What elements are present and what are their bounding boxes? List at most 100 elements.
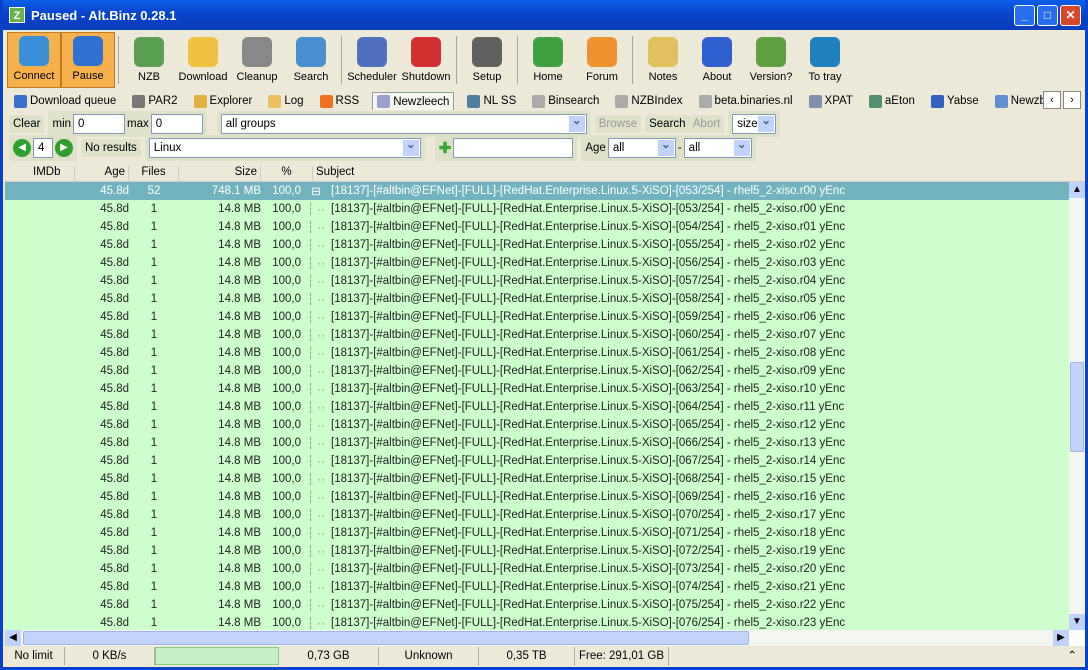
tab-beta-binaries-nl[interactable]: beta.binaries.nl xyxy=(696,94,796,109)
browse-button[interactable]: Browse xyxy=(599,118,637,130)
table-row[interactable]: 45.8d 1 14.8 MB 100,0 ┆ ·· [18137]-[#altbin@E… xyxy=(5,434,1069,452)
tab-download-queue[interactable]: Download queue xyxy=(11,94,119,109)
table-row[interactable]: 45.8d 1 14.8 MB 100,0 ┆ ·· [18137]-[#altbin@E… xyxy=(5,236,1069,254)
column-header: IMDb Age Files Size % Subject xyxy=(5,166,1085,182)
table-row[interactable]: 45.8d 1 14.8 MB 100,0 ┆ ·· [18137]-[#altbin@E… xyxy=(5,542,1069,560)
forum-button[interactable]: Forum xyxy=(575,32,629,88)
add-input[interactable] xyxy=(453,138,574,158)
table-row[interactable]: 45.8d 1 14.8 MB 100,0 ┆ ·· [18137]-[#altbin@E… xyxy=(5,218,1069,236)
table-row[interactable]: 45.8d 1 14.8 MB 100,0 ┆ ·· [18137]-[#altbin@E… xyxy=(5,380,1069,398)
query-input[interactable]: Linux xyxy=(148,138,421,158)
version-button[interactable]: Version? xyxy=(744,32,798,88)
toolbar-label: Setup xyxy=(472,71,502,83)
col-size[interactable]: Size xyxy=(179,166,261,181)
tab-binsearch[interactable]: Binsearch xyxy=(529,94,602,109)
percent-cell: 100,0 xyxy=(272,365,301,377)
tab-xpat[interactable]: XPAT xyxy=(806,94,856,109)
percent-cell: 100,0 xyxy=(272,509,301,521)
size-cell: 14.8 MB xyxy=(218,563,261,575)
age-cell: 45.8d xyxy=(100,437,129,449)
prev-page-icon[interactable]: ◀ xyxy=(13,139,31,157)
tab-scroll-right[interactable]: › xyxy=(1063,91,1081,109)
collapse-tree-icon[interactable]: ⊟ xyxy=(301,184,331,198)
sort-select[interactable]: size xyxy=(732,114,777,134)
page-input[interactable]: 4 xyxy=(33,138,53,158)
table-row[interactable]: 45.8d 1 14.8 MB 100,0 ┆ ·· [18137]-[#altbin@E… xyxy=(5,344,1069,362)
scheduler-button[interactable]: Scheduler xyxy=(345,32,399,88)
max-size-input[interactable]: 0 xyxy=(150,114,203,134)
table-row[interactable]: 45.8d 1 14.8 MB 100,0 ┆ ·· [18137]-[#altbin@E… xyxy=(5,272,1069,290)
percent-cell: 100,0 xyxy=(272,311,301,323)
age-cell: 45.8d xyxy=(100,455,129,467)
table-row[interactable]: 45.8d 1 14.8 MB 100,0 ┆ ·· [18137]-[#altbin@E… xyxy=(5,614,1069,630)
percent-cell: 100,0 xyxy=(272,617,301,629)
tab-newzleech[interactable]: Newzleech xyxy=(372,92,455,110)
col-subject[interactable]: Subject xyxy=(313,166,357,181)
next-page-icon[interactable]: ▶ xyxy=(55,139,73,157)
table-row[interactable]: 45.8d 1 14.8 MB 100,0 ┆ ·· [18137]-[#altbin@E… xyxy=(5,560,1069,578)
tab-label: Binsearch xyxy=(548,95,600,107)
table-row[interactable]: 45.8d 1 14.8 MB 100,0 ┆ ·· [18137]-[#altbin@E… xyxy=(5,416,1069,434)
vertical-scrollbar[interactable]: ▲ ▼ xyxy=(1069,182,1085,630)
age-from-select[interactable]: all xyxy=(607,138,676,158)
table-row[interactable]: 45.8d 1 14.8 MB 100,0 ┆ ·· [18137]-[#altbin@E… xyxy=(5,596,1069,614)
percent-cell: 100,0 xyxy=(272,293,301,305)
collapse-icon[interactable]: ⌃ xyxy=(669,647,1085,665)
table-row[interactable]: 45.8d 1 14.8 MB 100,0 ┆ ·· [18137]-[#altbin@E… xyxy=(5,506,1069,524)
close-button[interactable]: ✕ xyxy=(1060,5,1081,26)
add-icon[interactable]: ✚ xyxy=(439,139,452,157)
table-row[interactable]: 45.8d 1 14.8 MB 100,0 ┆ ·· [18137]-[#altbin@E… xyxy=(5,200,1069,218)
table-row[interactable]: 45.8d 1 14.8 MB 100,0 ┆ ·· [18137]-[#altbin@E… xyxy=(5,326,1069,344)
speed-limit[interactable]: No limit xyxy=(3,647,65,665)
age-to-select[interactable]: all xyxy=(683,138,752,158)
table-row[interactable]: 45.8d 52 748.1 MB 100,0 ⊟ [18137]-[#altbin@EF… xyxy=(5,182,1069,200)
size-cell: 14.8 MB xyxy=(218,221,261,233)
col-files[interactable]: Files xyxy=(129,166,179,181)
to-tray-button[interactable]: To tray xyxy=(798,32,852,88)
table-row[interactable]: 45.8d 1 14.8 MB 100,0 ┆ ·· [18137]-[#altbin@E… xyxy=(5,398,1069,416)
tree-line: ┆ ·· xyxy=(307,384,325,396)
maximize-button[interactable]: □ xyxy=(1037,5,1058,26)
group-select[interactable]: all groups xyxy=(220,114,587,134)
about-button[interactable]: About xyxy=(690,32,744,88)
table-row[interactable]: 45.8d 1 14.8 MB 100,0 ┆ ·· [18137]-[#altbin@E… xyxy=(5,524,1069,542)
tab-par2[interactable]: PAR2 xyxy=(129,94,180,109)
notes-button[interactable]: Notes xyxy=(636,32,690,88)
tab-yabse[interactable]: Yabse xyxy=(928,94,982,109)
size-cell: 14.8 MB xyxy=(218,491,261,503)
table-row[interactable]: 45.8d 1 14.8 MB 100,0 ┆ ·· [18137]-[#altbin@E… xyxy=(5,362,1069,380)
tab-aeton[interactable]: aEton xyxy=(866,94,918,109)
min-size-input[interactable]: 0 xyxy=(73,114,126,134)
table-row[interactable]: 45.8d 1 14.8 MB 100,0 ┆ ·· [18137]-[#altbin@E… xyxy=(5,488,1069,506)
nzb-button[interactable]: NZB xyxy=(122,32,176,88)
tab-nl-ss[interactable]: NL SS xyxy=(464,94,519,109)
tab-nzbindex[interactable]: NZBIndex xyxy=(612,94,685,109)
search-button[interactable]: Search xyxy=(649,118,685,130)
horizontal-scrollbar[interactable]: ◀ ▶ xyxy=(5,630,1069,646)
col-age[interactable]: Age xyxy=(75,166,129,181)
table-row[interactable]: 45.8d 1 14.8 MB 100,0 ┆ ·· [18137]-[#altbin@E… xyxy=(5,578,1069,596)
col-percent[interactable]: % xyxy=(261,166,313,181)
pause-button[interactable]: Pause xyxy=(61,32,115,88)
tab-rss[interactable]: RSS xyxy=(317,94,363,109)
table-row[interactable]: 45.8d 1 14.8 MB 100,0 ┆ ·· [18137]-[#altbin@E… xyxy=(5,254,1069,272)
tab-log[interactable]: Log xyxy=(265,94,306,109)
setup-button[interactable]: Setup xyxy=(460,32,514,88)
abort-button[interactable]: Abort xyxy=(693,118,721,130)
tab-explorer[interactable]: Explorer xyxy=(191,94,256,109)
cleanup-button[interactable]: Cleanup xyxy=(230,32,284,88)
tab-scroll-left[interactable]: ‹ xyxy=(1043,91,1061,109)
col-imdb[interactable]: IMDb xyxy=(5,166,75,181)
table-row[interactable]: 45.8d 1 14.8 MB 100,0 ┆ ·· [18137]-[#altbin@E… xyxy=(5,470,1069,488)
shutdown-button[interactable]: Shutdown xyxy=(399,32,453,88)
minimize-button[interactable]: _ xyxy=(1014,5,1035,26)
table-row[interactable]: 45.8d 1 14.8 MB 100,0 ┆ ·· [18137]-[#altbin@E… xyxy=(5,452,1069,470)
table-row[interactable]: 45.8d 1 14.8 MB 100,0 ┆ ·· [18137]-[#altbin@E… xyxy=(5,290,1069,308)
home-button[interactable]: Home xyxy=(521,32,575,88)
table-row[interactable]: 45.8d 1 14.8 MB 100,0 ┆ ·· [18137]-[#altbin@E… xyxy=(5,308,1069,326)
download-button[interactable]: Download xyxy=(176,32,230,88)
connect-button[interactable]: Connect xyxy=(7,32,61,88)
search-button[interactable]: Search xyxy=(284,32,338,88)
subject-cell: [18137]-[#altbin@EFNet]-[FULL]-[RedHat.E… xyxy=(331,221,846,233)
clear-button[interactable]: Clear xyxy=(13,118,40,130)
